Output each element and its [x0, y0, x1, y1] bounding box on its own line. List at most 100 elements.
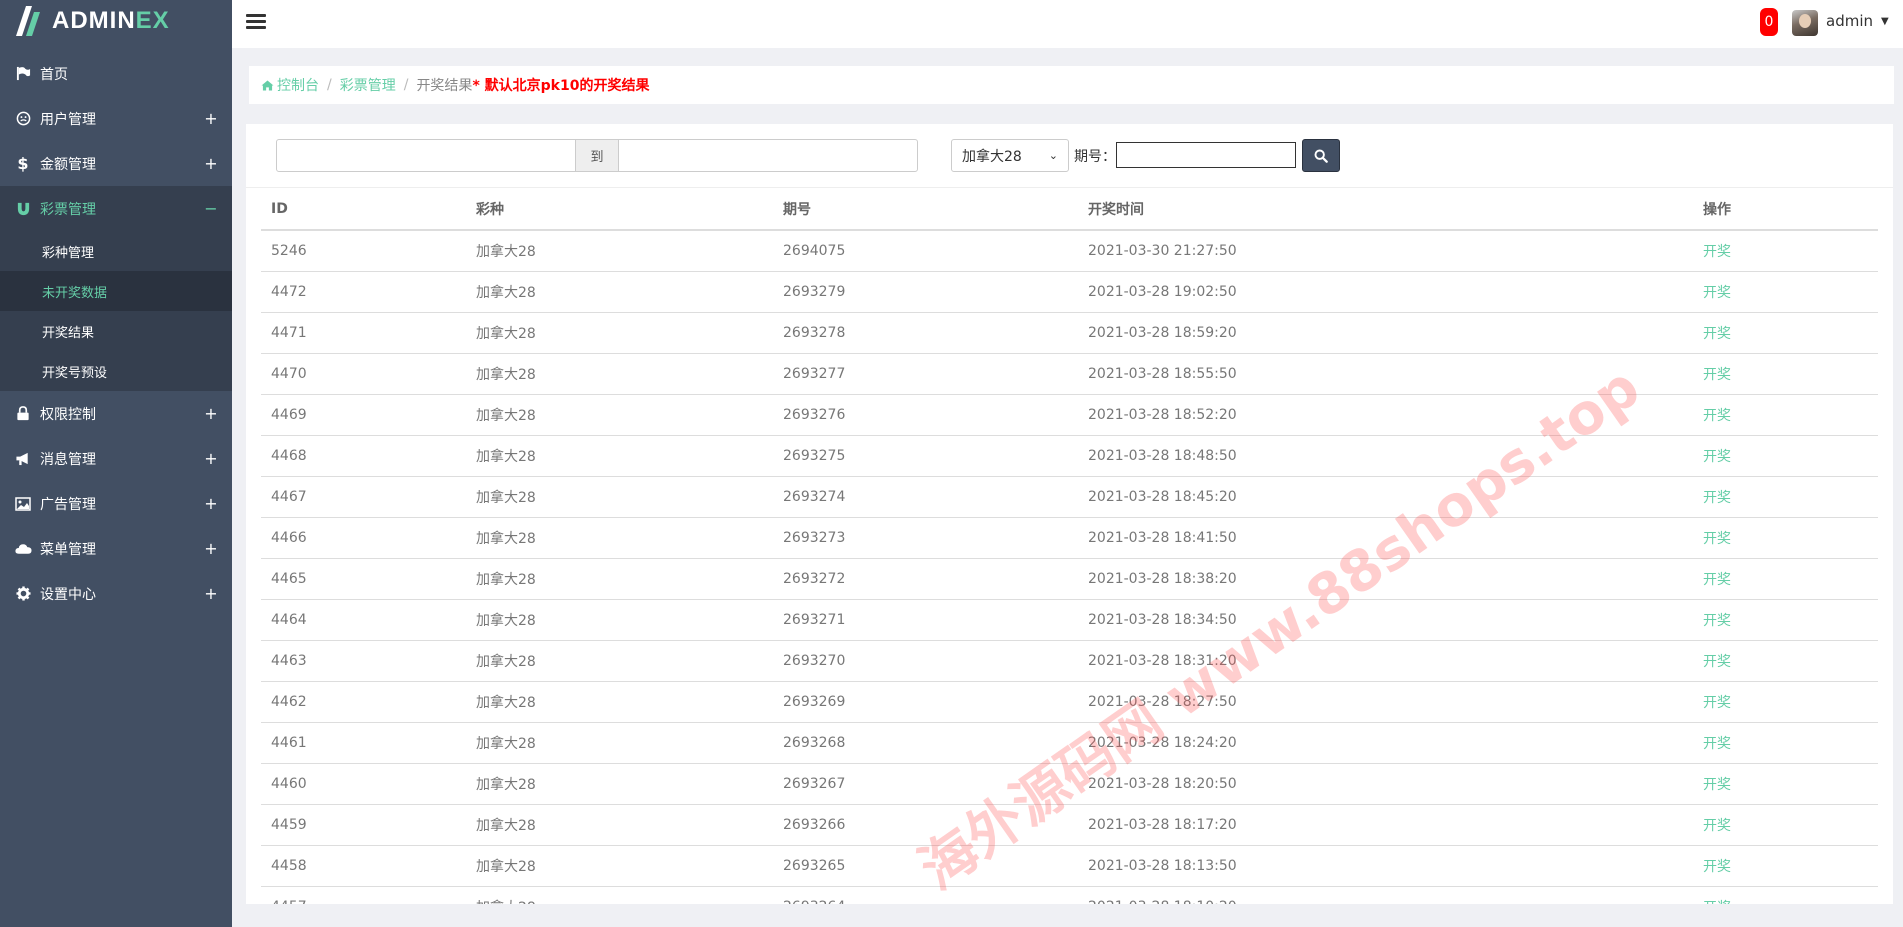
cell-draw-time: 2021-03-28 18:13:50: [1078, 845, 1693, 887]
column-header-issue: 期号: [773, 189, 1078, 231]
breadcrumb-current: 开奖结果: [416, 78, 473, 94]
sidebar: ADMINEX 首页 用户管理 + $ 金额管理 + 彩票管理 − 彩种管理 未…: [0, 0, 232, 927]
table-row: 4466 加拿大28 2693273 2021-03-28 18:41:50 开奖: [261, 517, 1878, 559]
breadcrumb-separator: /: [327, 77, 332, 93]
cell-issue: 2693278: [773, 312, 1078, 354]
draw-action-link[interactable]: 开奖: [1693, 517, 1878, 559]
breadcrumb-home[interactable]: 控制台: [261, 75, 319, 95]
cell-lottery: 加拿大28: [466, 353, 773, 395]
avatar[interactable]: [1792, 10, 1818, 36]
sidebar-item-home[interactable]: 首页: [0, 51, 232, 96]
smile-icon: [14, 110, 32, 128]
cell-draw-time: 2021-03-28 18:10:20: [1078, 886, 1693, 904]
cell-id: 4465: [261, 558, 466, 600]
sidebar-item-settings[interactable]: 设置中心 +: [0, 571, 232, 616]
draw-action-link[interactable]: 开奖: [1693, 394, 1878, 436]
cell-id: 4463: [261, 640, 466, 682]
date-from-input[interactable]: [276, 139, 576, 172]
menu-toggle-icon[interactable]: [246, 12, 266, 32]
sidebar-item-messages[interactable]: 消息管理 +: [0, 436, 232, 481]
sidebar-item-permissions[interactable]: 权限控制 +: [0, 391, 232, 436]
cell-draw-time: 2021-03-28 18:20:50: [1078, 763, 1693, 805]
cell-draw-time: 2021-03-28 18:24:20: [1078, 722, 1693, 764]
cell-lottery: 加拿大28: [466, 640, 773, 682]
draw-action-link[interactable]: 开奖: [1693, 271, 1878, 313]
draw-action-link[interactable]: 开奖: [1693, 230, 1878, 272]
draw-action-link[interactable]: 开奖: [1693, 558, 1878, 600]
column-header-id: ID: [261, 189, 466, 231]
cell-draw-time: 2021-03-28 19:02:50: [1078, 271, 1693, 313]
issue-label: 期号：: [1074, 149, 1116, 165]
cell-draw-time: 2021-03-28 18:31:20: [1078, 640, 1693, 682]
submenu-item-pending-draws[interactable]: 未开奖数据: [0, 271, 232, 311]
sidebar-item-finance[interactable]: $ 金额管理 +: [0, 141, 232, 186]
submenu-item-draw-results[interactable]: 开奖结果: [0, 311, 232, 351]
sidebar-item-label: 用户管理: [40, 111, 96, 128]
draw-action-link[interactable]: 开奖: [1693, 435, 1878, 477]
cell-id: 4458: [261, 845, 466, 887]
brand-name: ADMINEX: [52, 7, 170, 34]
sidebar-item-lottery[interactable]: 彩票管理 −: [0, 186, 232, 231]
draw-action-link[interactable]: 开奖: [1693, 599, 1878, 641]
cell-issue: 2693264: [773, 886, 1078, 904]
cell-id: 4469: [261, 394, 466, 436]
cell-lottery: 加拿大28: [466, 517, 773, 559]
lottery-type-select[interactable]: 加拿大28 ⌄: [951, 139, 1069, 172]
table-row: 4460 加拿大28 2693267 2021-03-28 18:20:50 开奖: [261, 763, 1878, 805]
date-range-to-label: 到: [576, 139, 618, 172]
cell-id: 4472: [261, 271, 466, 313]
draw-action-link[interactable]: 开奖: [1693, 804, 1878, 846]
expand-icon: +: [204, 539, 218, 558]
draw-action-link[interactable]: 开奖: [1693, 886, 1878, 904]
cell-id: 4461: [261, 722, 466, 764]
lottery-type-selected: 加拿大28: [962, 148, 1022, 165]
search-button[interactable]: [1302, 139, 1340, 172]
table-row: 4467 加拿大28 2693274 2021-03-28 18:45:20 开奖: [261, 476, 1878, 518]
sidebar-item-users[interactable]: 用户管理 +: [0, 96, 232, 141]
table-row: 4470 加拿大28 2693277 2021-03-28 18:55:50 开奖: [261, 353, 1878, 395]
draw-action-link[interactable]: 开奖: [1693, 681, 1878, 723]
sidebar-item-menus[interactable]: 菜单管理 +: [0, 526, 232, 571]
cell-lottery: 加拿大28: [466, 230, 773, 272]
filter-bar: 到 加拿大28 ⌄ 期号：: [246, 124, 1893, 188]
cell-issue: 2693270: [773, 640, 1078, 682]
user-menu[interactable]: admin ▼: [1826, 12, 1889, 30]
expand-icon: +: [204, 449, 218, 468]
date-to-input[interactable]: [618, 139, 918, 172]
breadcrumb-section[interactable]: 彩票管理: [340, 75, 396, 95]
magnet-icon: [14, 200, 32, 218]
draw-action-link[interactable]: 开奖: [1693, 476, 1878, 518]
cell-issue: 2693269: [773, 681, 1078, 723]
draw-action-link[interactable]: 开奖: [1693, 353, 1878, 395]
sidebar-item-ads[interactable]: 广告管理 +: [0, 481, 232, 526]
draw-action-link[interactable]: 开奖: [1693, 312, 1878, 354]
draw-action-link[interactable]: 开奖: [1693, 763, 1878, 805]
sidebar-item-label: 设置中心: [40, 586, 96, 603]
issue-input[interactable]: [1116, 142, 1296, 168]
cell-id: 4471: [261, 312, 466, 354]
column-header-action: 操作: [1693, 189, 1878, 231]
cell-issue: 2693279: [773, 271, 1078, 313]
draw-action-link[interactable]: 开奖: [1693, 640, 1878, 682]
flag-icon: [14, 65, 32, 83]
notification-badge[interactable]: 0: [1760, 8, 1778, 36]
cell-lottery: 加拿大28: [466, 804, 773, 846]
search-icon: [1314, 149, 1328, 163]
cell-issue: 2693274: [773, 476, 1078, 518]
cell-issue: 2693268: [773, 722, 1078, 764]
draw-action-link[interactable]: 开奖: [1693, 722, 1878, 764]
submenu-item-number-presets[interactable]: 开奖号预设: [0, 351, 232, 391]
table-row: 4458 加拿大28 2693265 2021-03-28 18:13:50 开奖: [261, 845, 1878, 887]
cell-issue: 2693266: [773, 804, 1078, 846]
draw-action-link[interactable]: 开奖: [1693, 845, 1878, 887]
table-row: 4461 加拿大28 2693268 2021-03-28 18:24:20 开奖: [261, 722, 1878, 764]
lottery-submenu: 彩种管理 未开奖数据 开奖结果 开奖号预设: [0, 231, 232, 391]
cell-lottery: 加拿大28: [466, 558, 773, 600]
results-panel: 到 加拿大28 ⌄ 期号： ID 彩种 期号 开奖时间 操作 5246 加拿大28…: [246, 124, 1893, 904]
gear-icon: [14, 585, 32, 603]
submenu-item-lottery-types[interactable]: 彩种管理: [0, 231, 232, 271]
brand-logo[interactable]: ADMINEX: [0, 0, 232, 42]
breadcrumb-note: * 默认北京pk10的开奖结果: [472, 78, 650, 94]
cell-draw-time: 2021-03-28 18:45:20: [1078, 476, 1693, 518]
cell-lottery: 加拿大28: [466, 435, 773, 477]
